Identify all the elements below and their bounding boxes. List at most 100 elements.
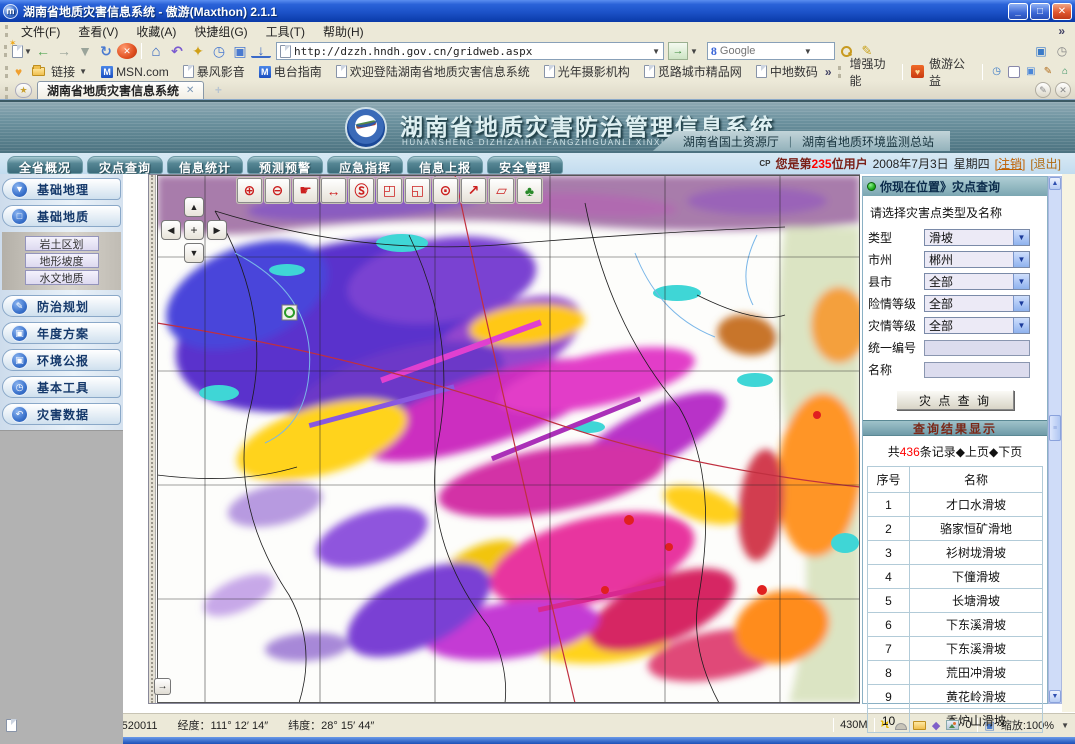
menu-favorites[interactable]: 收藏(A) [127,22,185,41]
disaster-point-link[interactable]: 黄花岭滑坡 [910,685,1043,709]
eraser-tool[interactable]: ▱ [489,178,514,203]
stop-button[interactable]: ✕ [117,43,137,59]
identify-tool[interactable]: ⊙ [433,178,458,203]
disaster-point-link[interactable]: 长塘滑坡 [910,589,1043,613]
link-geo-env-monitoring[interactable]: 湖南省地质环境监测总站 [802,133,934,150]
disaster-point-link[interactable]: 骆家恒矿滑地 [910,517,1043,541]
disaster-level-select[interactable]: 全部▼ [924,317,1030,334]
notes-icon[interactable]: ▣ [1025,66,1037,78]
disaster-point-link[interactable]: 下东溪滑坡 [910,613,1043,637]
city-select[interactable]: 郴州▼ [924,251,1030,268]
new-tab-dropdown-icon[interactable]: ▼ [24,47,32,56]
close-button[interactable]: ✕ [1052,3,1072,20]
disaster-point-link[interactable]: 荒田冲滑坡 [910,661,1043,685]
go-dropdown-icon[interactable]: ▼ [690,47,698,56]
sidebar-item-base-geography[interactable]: ▼ 基础地理 [2,178,121,200]
measure-distance-tool[interactable]: ↔ [321,178,346,203]
bookmark-photo-studio[interactable]: 光年摄影机构 [537,63,637,80]
new-tab-button[interactable]: ✶▼ [12,42,32,61]
favorites-heart-icon[interactable]: ♥ [15,65,22,79]
popup-window-icon[interactable] [1008,66,1020,78]
forward-button[interactable]: → [54,42,74,61]
nav-tab-disaster-query[interactable]: 灾点查询 [87,156,163,174]
name-input[interactable] [924,362,1030,378]
search-engine-dropdown-icon[interactable]: ▼ [804,47,812,56]
tab-list-close-button[interactable]: ✕ [1055,82,1071,98]
scrollbar-thumb[interactable]: ≡ [1049,415,1061,441]
query-button[interactable]: 灾 点 查 询 [896,390,1014,410]
nav-tab-province-overview[interactable]: 全省概况 [7,156,83,174]
pan-down-button[interactable]: ▼ [184,243,204,263]
menu-help[interactable]: 帮助(H) [314,22,373,41]
table-row[interactable]: 9黄花岭滑坡 [868,685,1043,709]
links-folder[interactable]: 链接▼ [25,63,94,80]
undo-close-button[interactable]: ↶ [167,42,187,61]
table-row[interactable]: 6下东溪滑坡 [868,613,1043,637]
address-input[interactable] [294,45,648,58]
pan-right-button[interactable]: ▶ [207,220,227,240]
blocked-images-icon[interactable] [946,720,959,730]
magic-fill-button[interactable]: ✦ [188,42,208,61]
sidebar-item-annual-plan[interactable]: ▣ 年度方案 [2,322,121,344]
disaster-point-link[interactable]: 香炉山滑坡 [910,709,1043,733]
menu-file[interactable]: 文件(F) [12,22,69,41]
tab-active[interactable]: 湖南省地质灾害信息系统 ✕ [37,81,204,99]
county-select[interactable]: 全部▼ [924,273,1030,290]
bookmark-storm-player[interactable]: 暴风影音 [176,63,252,80]
next-page-link[interactable]: 下页 [998,445,1022,459]
disaster-point-link[interactable]: 才口水滑坡 [910,493,1043,517]
geological-map[interactable] [157,175,860,703]
chevron-down-icon[interactable]: ▼ [1013,296,1029,311]
search-input[interactable] [720,45,800,57]
restore-button[interactable]: □ [1030,3,1050,20]
logout-link[interactable]: [注销] [995,155,1026,172]
table-row[interactable]: 4下僮滑坡 [868,565,1043,589]
vertical-scrollbar[interactable]: ▲ ≡ ▼ [1048,176,1062,704]
link-land-resources-dept[interactable]: 湖南省国土资源厅 [683,133,779,150]
menu-tools[interactable]: 工具(T) [257,22,314,41]
history-button[interactable]: ◷ [209,42,229,61]
sidebar-item-prevention-planning[interactable]: ✎ 防治规划 [2,295,121,317]
chevron-down-icon[interactable]: ▼ [1013,318,1029,333]
new-tab-plus-button[interactable]: + [208,83,228,97]
pan-up-button[interactable]: ▲ [184,197,204,217]
table-row[interactable]: 3衫树垅滑坡 [868,541,1043,565]
nav-tab-security-admin[interactable]: 安全管理 [487,156,563,174]
scroll-up-icon[interactable]: ▲ [1049,177,1061,190]
table-row[interactable]: 2骆家恒矿滑地 [868,517,1043,541]
menu-overflow-chevron-icon[interactable]: » [1058,24,1071,38]
bookmark-city-boutique[interactable]: 觅路城市精品网 [637,63,749,80]
minimize-button[interactable]: _ [1008,3,1028,20]
sidebar-sub-rock-soil-zoning[interactable]: 岩土区划 [25,236,99,251]
map-expand-button[interactable]: → [154,678,171,695]
sidebar-sub-hydrogeology[interactable]: 水文地质 [25,270,99,285]
bookmark-hunan-geohazard[interactable]: 欢迎登陆湖南省地质灾害信息系统 [329,63,537,80]
home-building-icon[interactable]: ⌂ [1059,66,1071,78]
legend-tree-tool[interactable]: ♣ [517,178,542,203]
danger-level-select[interactable]: 全部▼ [924,295,1030,312]
refresh-button[interactable]: ↻ [96,42,116,61]
pan-tool[interactable]: ☛ [293,178,318,203]
measure-line-tool[interactable]: ↗ [461,178,486,203]
nav-tab-forecast-warning[interactable]: 预测预警 [247,156,323,174]
bookmark-radio-guide[interactable]: M电台指南 [252,63,329,80]
tools-cup-icon[interactable]: ✎ [1042,66,1054,78]
menu-view[interactable]: 查看(V) [69,22,127,41]
favorites-star-button[interactable]: ★ [15,83,32,98]
link-panels-button[interactable]: ▣ [230,42,250,61]
table-row[interactable]: 1才口水滑坡 [868,493,1043,517]
go-button[interactable]: → [668,42,688,60]
disaster-point-link[interactable]: 下东溪滑坡 [910,637,1043,661]
pan-center-button[interactable]: + [184,220,204,240]
tab-close-icon[interactable]: ✕ [186,85,194,96]
scale-tool[interactable]: Ⓢ [349,178,374,203]
type-select[interactable]: 滑坡▼ [924,229,1030,246]
exit-link[interactable]: [退出] [1030,155,1061,172]
table-row[interactable]: 8荒田冲滑坡 [868,661,1043,685]
select-rect-tool[interactable]: ◱ [405,178,430,203]
chevron-down-icon[interactable]: ▼ [1013,274,1029,289]
charity-heart-icon[interactable]: ♥ [911,65,924,78]
sidebar-item-env-bulletin[interactable]: ▣ 环境公报 [2,349,121,371]
zoom-rect-tool[interactable]: ◰ [377,178,402,203]
pan-left-button[interactable]: ◀ [161,220,181,240]
